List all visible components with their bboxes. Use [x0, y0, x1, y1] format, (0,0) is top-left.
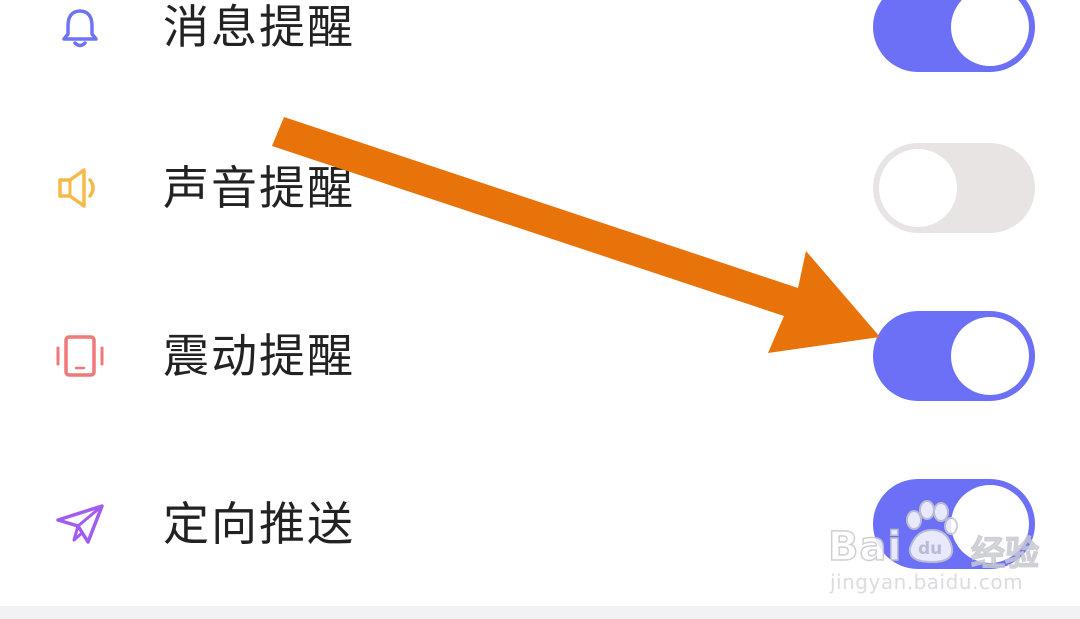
- setting-row-sound-reminder: 声音提醒: [0, 138, 1080, 238]
- setting-label-directed-push: 定向推送: [163, 497, 355, 551]
- setting-label-vibration-reminder: 震动提醒: [163, 329, 355, 383]
- speaker-icon: [52, 166, 108, 210]
- setting-row-vibration-reminder: 震动提醒: [0, 306, 1080, 406]
- bottom-divider: [0, 606, 1080, 619]
- setting-row-directed-push: 定向推送: [0, 474, 1080, 574]
- message-reminder-toggle[interactable]: [873, 0, 1035, 72]
- notification-settings-screen: 消息提醒 声音提醒 震动提醒 定向推送 Bai du 经验 jingyan.ba…: [0, 0, 1080, 619]
- toggle-knob: [951, 317, 1029, 395]
- setting-label-sound-reminder: 声音提醒: [163, 161, 355, 215]
- directed-push-toggle[interactable]: [873, 479, 1035, 569]
- paper-plane-icon: [52, 502, 108, 546]
- toggle-knob: [951, 485, 1029, 563]
- vibration-reminder-toggle[interactable]: [873, 311, 1035, 401]
- toggle-knob: [951, 0, 1029, 66]
- setting-row-message-reminder: 消息提醒: [0, 0, 1080, 77]
- vibrate-phone-icon: [52, 334, 108, 378]
- sound-reminder-toggle[interactable]: [873, 143, 1035, 233]
- toggle-knob: [879, 149, 957, 227]
- setting-label-message-reminder: 消息提醒: [163, 0, 355, 54]
- bell-icon: [52, 5, 108, 49]
